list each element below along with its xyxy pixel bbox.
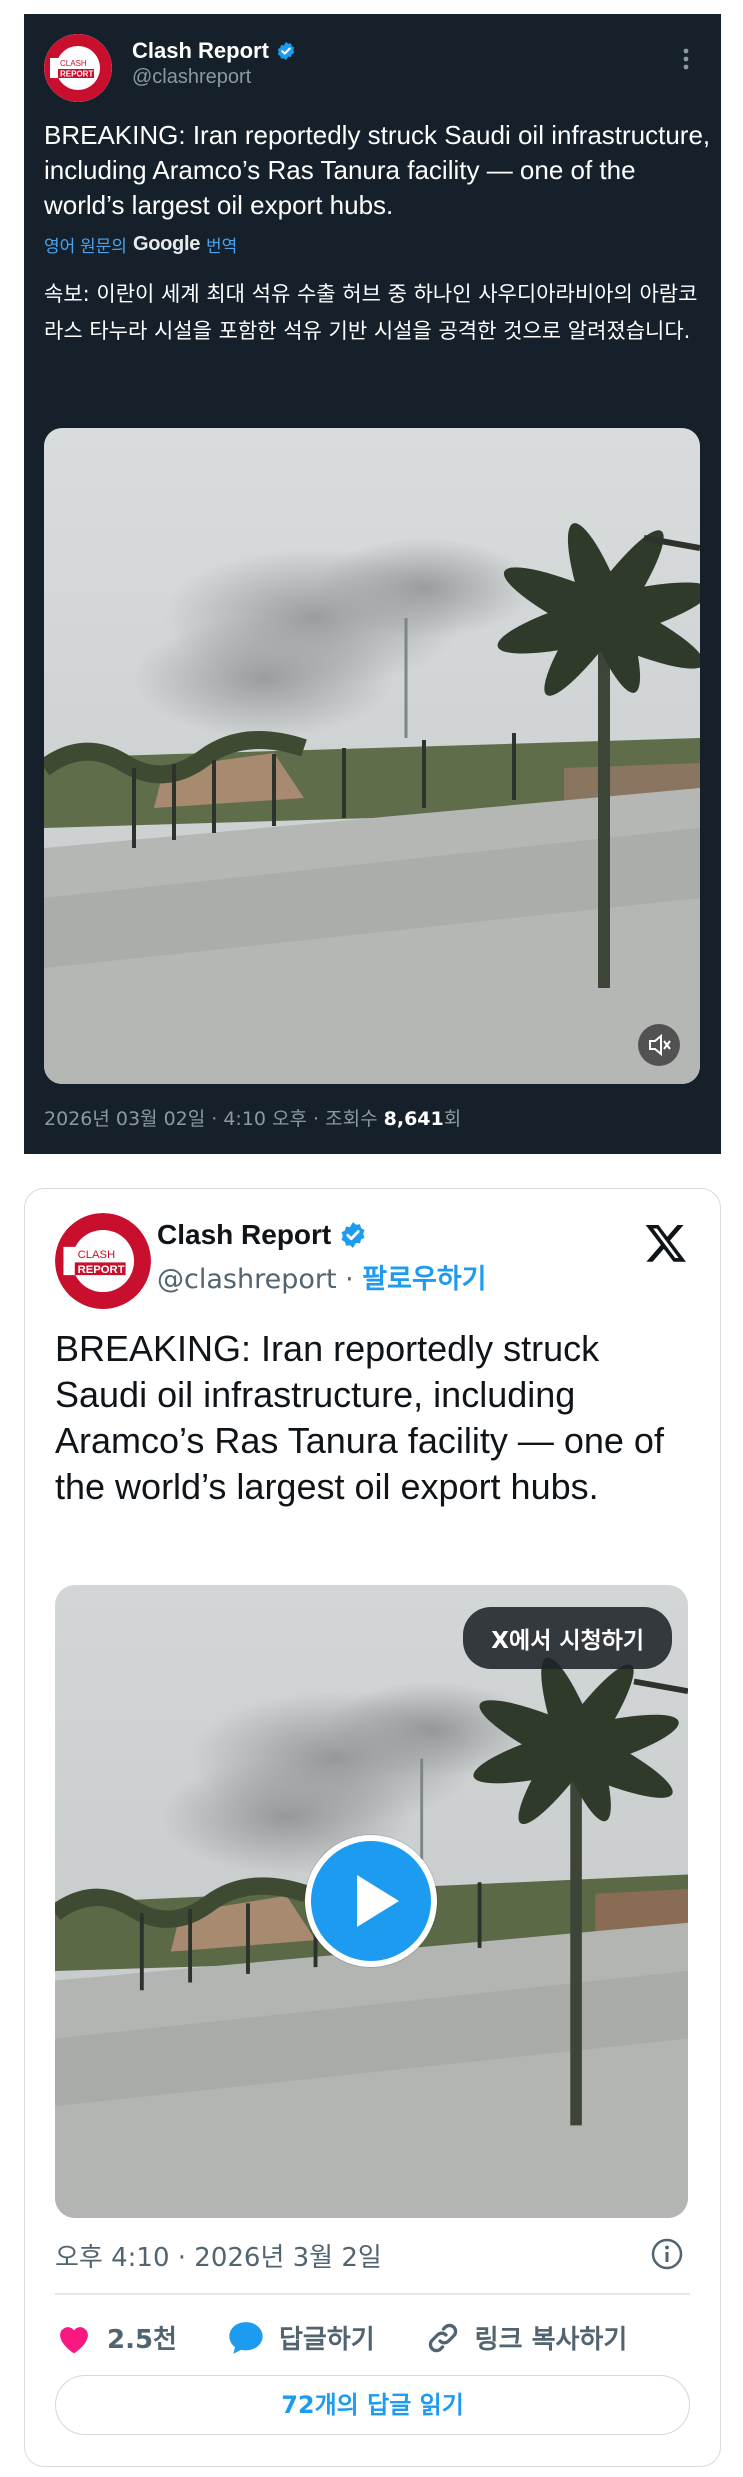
info-icon[interactable] xyxy=(650,2237,684,2271)
copy-link-button[interactable]: 링크 복사하기 xyxy=(425,2319,628,2356)
account-handle[interactable]: @clashreport xyxy=(157,1264,337,1295)
more-dots-icon[interactable] xyxy=(673,42,699,76)
translation-attribution[interactable]: 영어 원문의 Google 번역 xyxy=(44,232,237,257)
google-brand: Google xyxy=(132,233,201,255)
x-logo-icon[interactable] xyxy=(644,1221,688,1265)
mute-icon[interactable] xyxy=(638,1024,680,1066)
clash-report-avatar[interactable]: CLASH REPORT xyxy=(44,34,112,102)
account-handle[interactable]: @clashreport xyxy=(132,66,251,89)
translated-text: 속보: 이란이 세계 최대 석유 수출 허브 중 하나인 사우디아라비아의 아람… xyxy=(44,282,698,343)
separator: · xyxy=(336,1264,363,1295)
translate-suffix: 번역 xyxy=(206,237,238,256)
heart-icon xyxy=(60,2326,88,2353)
logo-text-2: REPORT xyxy=(78,1264,125,1276)
tweet-timestamp[interactable]: 오후 4:10 · 2026년 3월 2일 xyxy=(55,2237,382,2274)
play-button-icon[interactable] xyxy=(305,1835,437,1967)
reply-bubble-icon xyxy=(229,2321,263,2354)
tweet-text: BREAKING: Iran reportedly struck Saudi o… xyxy=(44,120,711,220)
reply-button[interactable]: 답글하기 xyxy=(227,2319,375,2356)
copy-link-label: 링크 복사하기 xyxy=(474,2325,628,2355)
account-name[interactable]: Clash Report xyxy=(132,38,269,64)
reply-label: 답글하기 xyxy=(278,2325,375,2355)
logo-text-1: CLASH xyxy=(60,59,87,68)
logo-text-2: REPORT xyxy=(60,70,93,79)
tweet-text: BREAKING: Iran reportedly struck Saudi o… xyxy=(55,1328,664,1507)
view-count: 8,641 xyxy=(383,1108,444,1130)
logo-text-1: CLASH xyxy=(78,1249,116,1261)
account-name[interactable]: Clash Report xyxy=(157,1219,331,1251)
link-icon xyxy=(428,2323,457,2352)
like-count: 2.5천 xyxy=(107,2325,177,2355)
watch-on-x-button[interactable]: X에서 시청하기 xyxy=(463,1607,672,1669)
verified-badge-icon xyxy=(341,1222,365,1248)
dark-tweet-card: CLASH REPORT Clash Report @clashreport B… xyxy=(24,14,721,1154)
scene-illustration xyxy=(44,428,700,1084)
translate-prefix: 영어 원문의 xyxy=(44,237,127,256)
like-button[interactable]: 2.5천 xyxy=(55,2319,177,2356)
video-player[interactable]: X에서 시청하기 xyxy=(55,1585,688,2218)
tweet-meta: 2026년 03월 02일 · 4:10 오후 · 조회수 8,641회 xyxy=(44,1104,461,1131)
view-suffix: 회 xyxy=(443,1108,462,1130)
clash-report-avatar[interactable]: CLASH REPORT xyxy=(55,1213,151,1309)
video-thumbnail[interactable] xyxy=(44,428,700,1084)
read-replies-button[interactable]: 72개의 답글 읽기 xyxy=(55,2375,690,2435)
follow-button[interactable]: 팔로우하기 xyxy=(362,1264,486,1295)
action-bar: 2.5천 답글하기 링크 복사하기 xyxy=(55,2319,677,2356)
embedded-tweet-card: CLASH REPORT Clash Report @clashreport ·… xyxy=(24,1188,721,2467)
tweet-date-time: 2026년 03월 02일 · 4:10 오후 · 조회수 xyxy=(44,1108,384,1130)
handle-row: @clashreport · 팔로우하기 xyxy=(157,1257,487,1296)
divider xyxy=(55,2293,690,2295)
verified-badge-icon xyxy=(277,41,295,61)
